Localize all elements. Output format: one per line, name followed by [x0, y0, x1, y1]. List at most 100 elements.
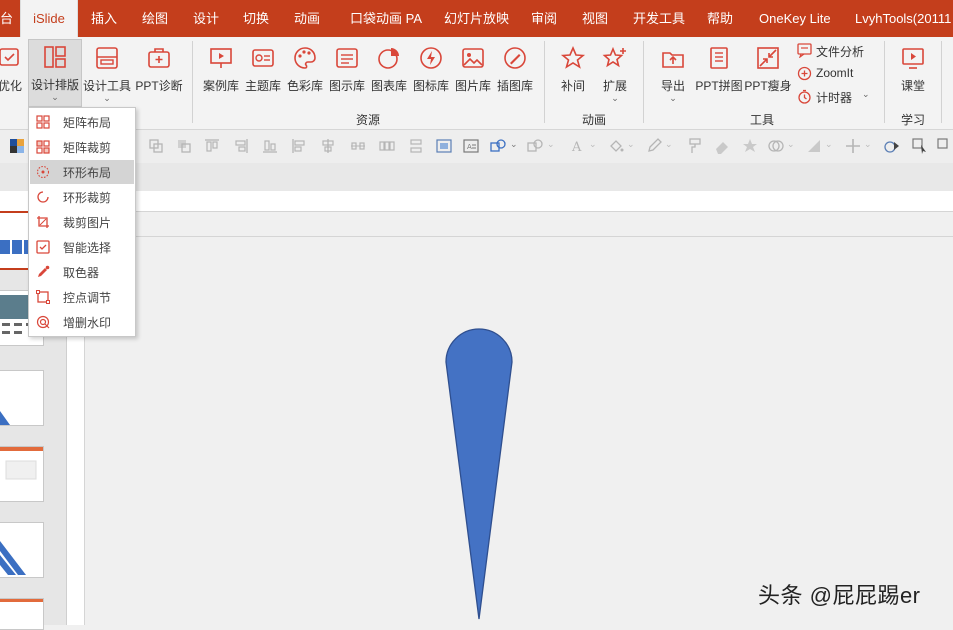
tab-islide[interactable]: iSlide — [20, 0, 78, 37]
timer-button[interactable]: 计时器 ⌄ — [797, 87, 879, 107]
tools-icon — [96, 47, 118, 69]
menu-item-handle-adjust[interactable]: 控点调节 — [30, 285, 134, 309]
distribute-horizontal-icon[interactable] — [379, 138, 395, 154]
slide-preview — [0, 411, 10, 425]
ppt-collage-button[interactable]: PPT拼图 — [695, 41, 743, 111]
align-center-icon[interactable] — [320, 138, 336, 154]
outline-pen-icon[interactable] — [646, 138, 662, 154]
group-label-tools: 工具 — [749, 113, 774, 127]
extend-button[interactable]: 扩展 ⌄ — [596, 41, 634, 111]
watermark-text: 头条 @屁屁踢er — [758, 583, 921, 608]
tab-animations[interactable]: 动画 — [294, 0, 320, 37]
theme-icon — [252, 49, 274, 67]
group-label-animation: 动画 — [581, 113, 606, 127]
teardrop-shape[interactable] — [445, 328, 513, 620]
shapes-icon[interactable] — [490, 138, 506, 154]
slide-thumbnail[interactable] — [0, 522, 44, 578]
fill-bucket-icon[interactable] — [608, 138, 624, 154]
format-painter-icon[interactable] — [686, 138, 702, 154]
menu-item-matrix-layout[interactable]: 矩阵布局 — [30, 110, 134, 134]
menu-item-label: 矩阵布局 — [63, 116, 112, 130]
tab-slideshow[interactable]: 幻灯片放映 — [444, 0, 509, 37]
align-top-icon[interactable] — [204, 138, 220, 154]
tab-transitions[interactable]: 切换 — [243, 0, 269, 37]
medical-kit-icon — [148, 48, 170, 68]
file-analysis-button[interactable]: 文件分析 — [797, 41, 879, 61]
design-tools-button[interactable]: 设计工具 ⌄ — [83, 41, 131, 111]
tab-lvyhtools[interactable]: LvyhTools(20111 — [855, 0, 951, 37]
tab-draw[interactable]: 绘图 — [142, 0, 168, 37]
menu-item-watermark[interactable]: 增删水印 — [30, 310, 134, 334]
eraser-icon[interactable] — [714, 138, 730, 154]
distribute-vertical-icon[interactable] — [350, 138, 366, 154]
checkbox-select-icon — [36, 240, 50, 254]
tab-pocket-animation[interactable]: 口袋动画 PA — [350, 0, 422, 37]
chevron-down-icon: ⌄ — [862, 89, 870, 99]
palette-icon — [294, 47, 316, 69]
menu-item-color-picker[interactable]: 取色器 — [30, 260, 134, 284]
menu-item-crop-image[interactable]: 裁剪图片 — [30, 210, 134, 234]
toolbar-strip — [0, 163, 953, 191]
icon-library-button[interactable]: 图标库 — [412, 41, 450, 111]
merge-shapes-icon[interactable] — [768, 138, 784, 154]
export-button[interactable]: 导出 ⌄ — [654, 41, 692, 111]
extend-label: 扩展 — [602, 79, 627, 93]
group-label-resources: 资源 — [355, 113, 380, 127]
tab-developer[interactable]: 开发工具 — [633, 0, 685, 37]
crosshair-icon[interactable] — [845, 138, 861, 154]
color-swatch-icon[interactable] — [9, 138, 25, 154]
zoomit-button[interactable]: ZoomIt — [797, 64, 879, 84]
same-size-icon[interactable] — [408, 138, 424, 154]
text-box-icon[interactable]: A — [463, 138, 479, 154]
ppt-diagnose-button[interactable]: PPT诊断 — [135, 41, 183, 111]
chart-library-button[interactable]: 图表库 — [370, 41, 408, 111]
menu-item-label: 矩阵裁剪 — [63, 141, 112, 155]
tab-start[interactable]: 台 — [0, 0, 16, 37]
chevron-down-icon: ⌄ — [665, 139, 673, 149]
illustration-library-label: 插图库 — [496, 79, 533, 93]
tab-design[interactable]: 设计 — [193, 0, 219, 37]
star-plus-icon — [602, 46, 626, 68]
ppt-slim-button[interactable]: PPT瘦身 — [744, 41, 792, 111]
image-library-button[interactable]: 图片库 — [454, 41, 492, 111]
tab-help[interactable]: 帮助 — [707, 0, 733, 37]
zoom-icon — [797, 66, 812, 81]
tab-insert[interactable]: 插入 — [91, 0, 117, 37]
tab-onekey-lite[interactable]: OneKey Lite — [759, 0, 831, 37]
select-shape-icon[interactable] — [937, 138, 953, 154]
design-layout-button[interactable]: 设计排版 ⌄ — [28, 39, 82, 107]
class-button[interactable]: 课堂 — [894, 41, 932, 111]
align-bottom-icon[interactable] — [262, 138, 278, 154]
color-library-button[interactable]: 色彩库 — [286, 41, 324, 111]
chevron-down-icon: ⌄ — [510, 139, 518, 149]
slide-thumbnail[interactable] — [0, 370, 44, 426]
theme-library-button[interactable]: 主题库 — [244, 41, 282, 111]
menu-item-ring-layout[interactable]: 环形布局 — [30, 160, 134, 184]
align-left-icon[interactable] — [291, 138, 307, 154]
slide-thumbnail[interactable] — [0, 598, 44, 630]
effects-icon[interactable] — [742, 138, 758, 154]
edit-points-icon[interactable] — [806, 138, 822, 154]
align-icon[interactable] — [148, 138, 164, 154]
picture-frame-icon[interactable] — [436, 138, 452, 154]
tab-view[interactable]: 视图 — [582, 0, 608, 37]
illustration-library-button[interactable]: 插图库 — [496, 41, 534, 111]
slide-thumbnail[interactable] — [0, 446, 44, 502]
grid-icon — [36, 115, 50, 129]
watermark-icon — [36, 315, 50, 329]
diagram-library-button[interactable]: 图示库 — [328, 41, 366, 111]
slide-canvas[interactable] — [85, 236, 953, 626]
case-library-button[interactable]: 案例库 — [202, 41, 240, 111]
font-color-icon[interactable]: A — [570, 138, 586, 154]
menu-item-ring-crop[interactable]: 环形裁剪 — [30, 185, 134, 209]
chevron-down-icon: ⌄ — [103, 93, 111, 103]
tab-review[interactable]: 审阅 — [531, 0, 557, 37]
tween-button[interactable]: 补间 — [554, 41, 592, 111]
menu-item-smart-select[interactable]: 智能选择 — [30, 235, 134, 259]
align-right-icon[interactable] — [233, 138, 249, 154]
select-shape-icon[interactable] — [912, 138, 928, 154]
menu-item-matrix-crop[interactable]: 矩阵裁剪 — [30, 135, 134, 159]
shapes-alt-icon[interactable] — [527, 138, 543, 154]
timing-icon[interactable] — [884, 138, 900, 154]
align-icon[interactable] — [176, 138, 192, 154]
